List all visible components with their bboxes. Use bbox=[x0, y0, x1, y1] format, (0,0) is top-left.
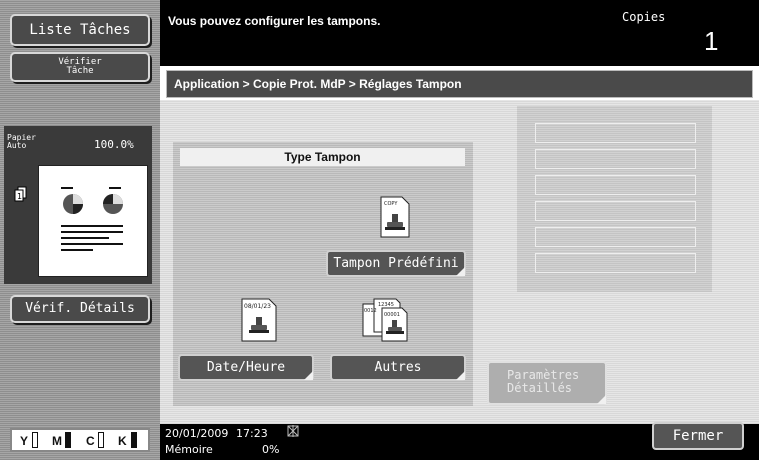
toner-k-bar bbox=[131, 432, 137, 448]
toner-y-bar bbox=[32, 432, 38, 448]
date-stamp-icon: 08/01/23 bbox=[241, 298, 277, 342]
numbering-text-a: 12345 bbox=[378, 302, 394, 308]
breadcrumb-text: Application > Copie Prot. MdP > Réglages… bbox=[174, 77, 462, 91]
verifier-tache-label-line2: Tâche bbox=[66, 66, 94, 76]
status-date: 20/01/2009 bbox=[165, 427, 229, 440]
copy-stamp-icon: COPY bbox=[380, 196, 410, 238]
toner-c-bar bbox=[98, 432, 104, 448]
date-heure-button[interactable]: Date/Heure bbox=[178, 354, 314, 381]
fermer-label: Fermer bbox=[672, 428, 724, 444]
copies-count: 1 bbox=[704, 26, 719, 56]
toner-levels: Y M C K bbox=[10, 428, 150, 452]
memory-label: Mémoire bbox=[165, 443, 213, 456]
settings-slot bbox=[535, 201, 696, 221]
numbering-stamp-icon: 12345 0012 00001 bbox=[362, 298, 408, 342]
numbering-text-c: 00001 bbox=[384, 312, 400, 318]
toner-y-label: Y bbox=[20, 434, 29, 448]
copy-stamp-text: COPY bbox=[384, 201, 398, 207]
copies-pages-icon: 1 bbox=[14, 186, 28, 206]
autres-button[interactable]: Autres bbox=[330, 354, 466, 381]
verif-details-label: Vérif. Détails bbox=[25, 301, 135, 316]
settings-slot bbox=[535, 123, 696, 143]
memory-value: 0% bbox=[262, 443, 280, 456]
tampon-predefini-button[interactable]: Tampon Prédéfini bbox=[326, 250, 466, 277]
verifier-tache-button[interactable]: Vérifier Tâche bbox=[10, 52, 150, 82]
paper-label-line2: Auto bbox=[7, 141, 27, 150]
liste-taches-button[interactable]: Liste Tâches bbox=[10, 14, 150, 46]
document-preview bbox=[38, 165, 148, 277]
copies-label: Copies bbox=[622, 10, 666, 24]
zoom-percentage: 100.0% bbox=[94, 138, 134, 151]
paper-label: Papier Auto bbox=[7, 134, 47, 150]
settings-slot bbox=[535, 253, 696, 273]
toner-c-label: C bbox=[86, 434, 95, 448]
liste-taches-label: Liste Tâches bbox=[29, 22, 131, 38]
fermer-button[interactable]: Fermer bbox=[652, 422, 744, 450]
settings-slot bbox=[535, 175, 696, 195]
network-icon bbox=[287, 425, 299, 440]
type-tampon-title: Type Tampon bbox=[284, 150, 361, 164]
toner-m-label: M bbox=[52, 434, 62, 448]
autres-label: Autres bbox=[374, 360, 422, 375]
toner-k-label: K bbox=[118, 434, 127, 448]
date-heure-label: Date/Heure bbox=[206, 360, 286, 375]
parametres-detailles-line2: Détaillés bbox=[507, 381, 573, 395]
toner-m-bar bbox=[65, 432, 71, 448]
settings-slot bbox=[535, 149, 696, 169]
date-stamp-text: 08/01/23 bbox=[244, 303, 271, 310]
tampon-predefini-label: Tampon Prédéfini bbox=[333, 256, 459, 271]
numbering-text-b: 0012 bbox=[364, 308, 377, 314]
status-message: Vous pouvez configurer les tampons. bbox=[168, 14, 381, 28]
settings-slot bbox=[535, 227, 696, 247]
status-time: 17:23 bbox=[236, 427, 268, 440]
verif-details-button[interactable]: Vérif. Détails bbox=[10, 295, 150, 323]
parametres-detailles-button[interactable]: Paramètres Détaillés bbox=[487, 361, 607, 405]
message-bar bbox=[160, 0, 759, 66]
svg-text:1: 1 bbox=[17, 192, 22, 201]
